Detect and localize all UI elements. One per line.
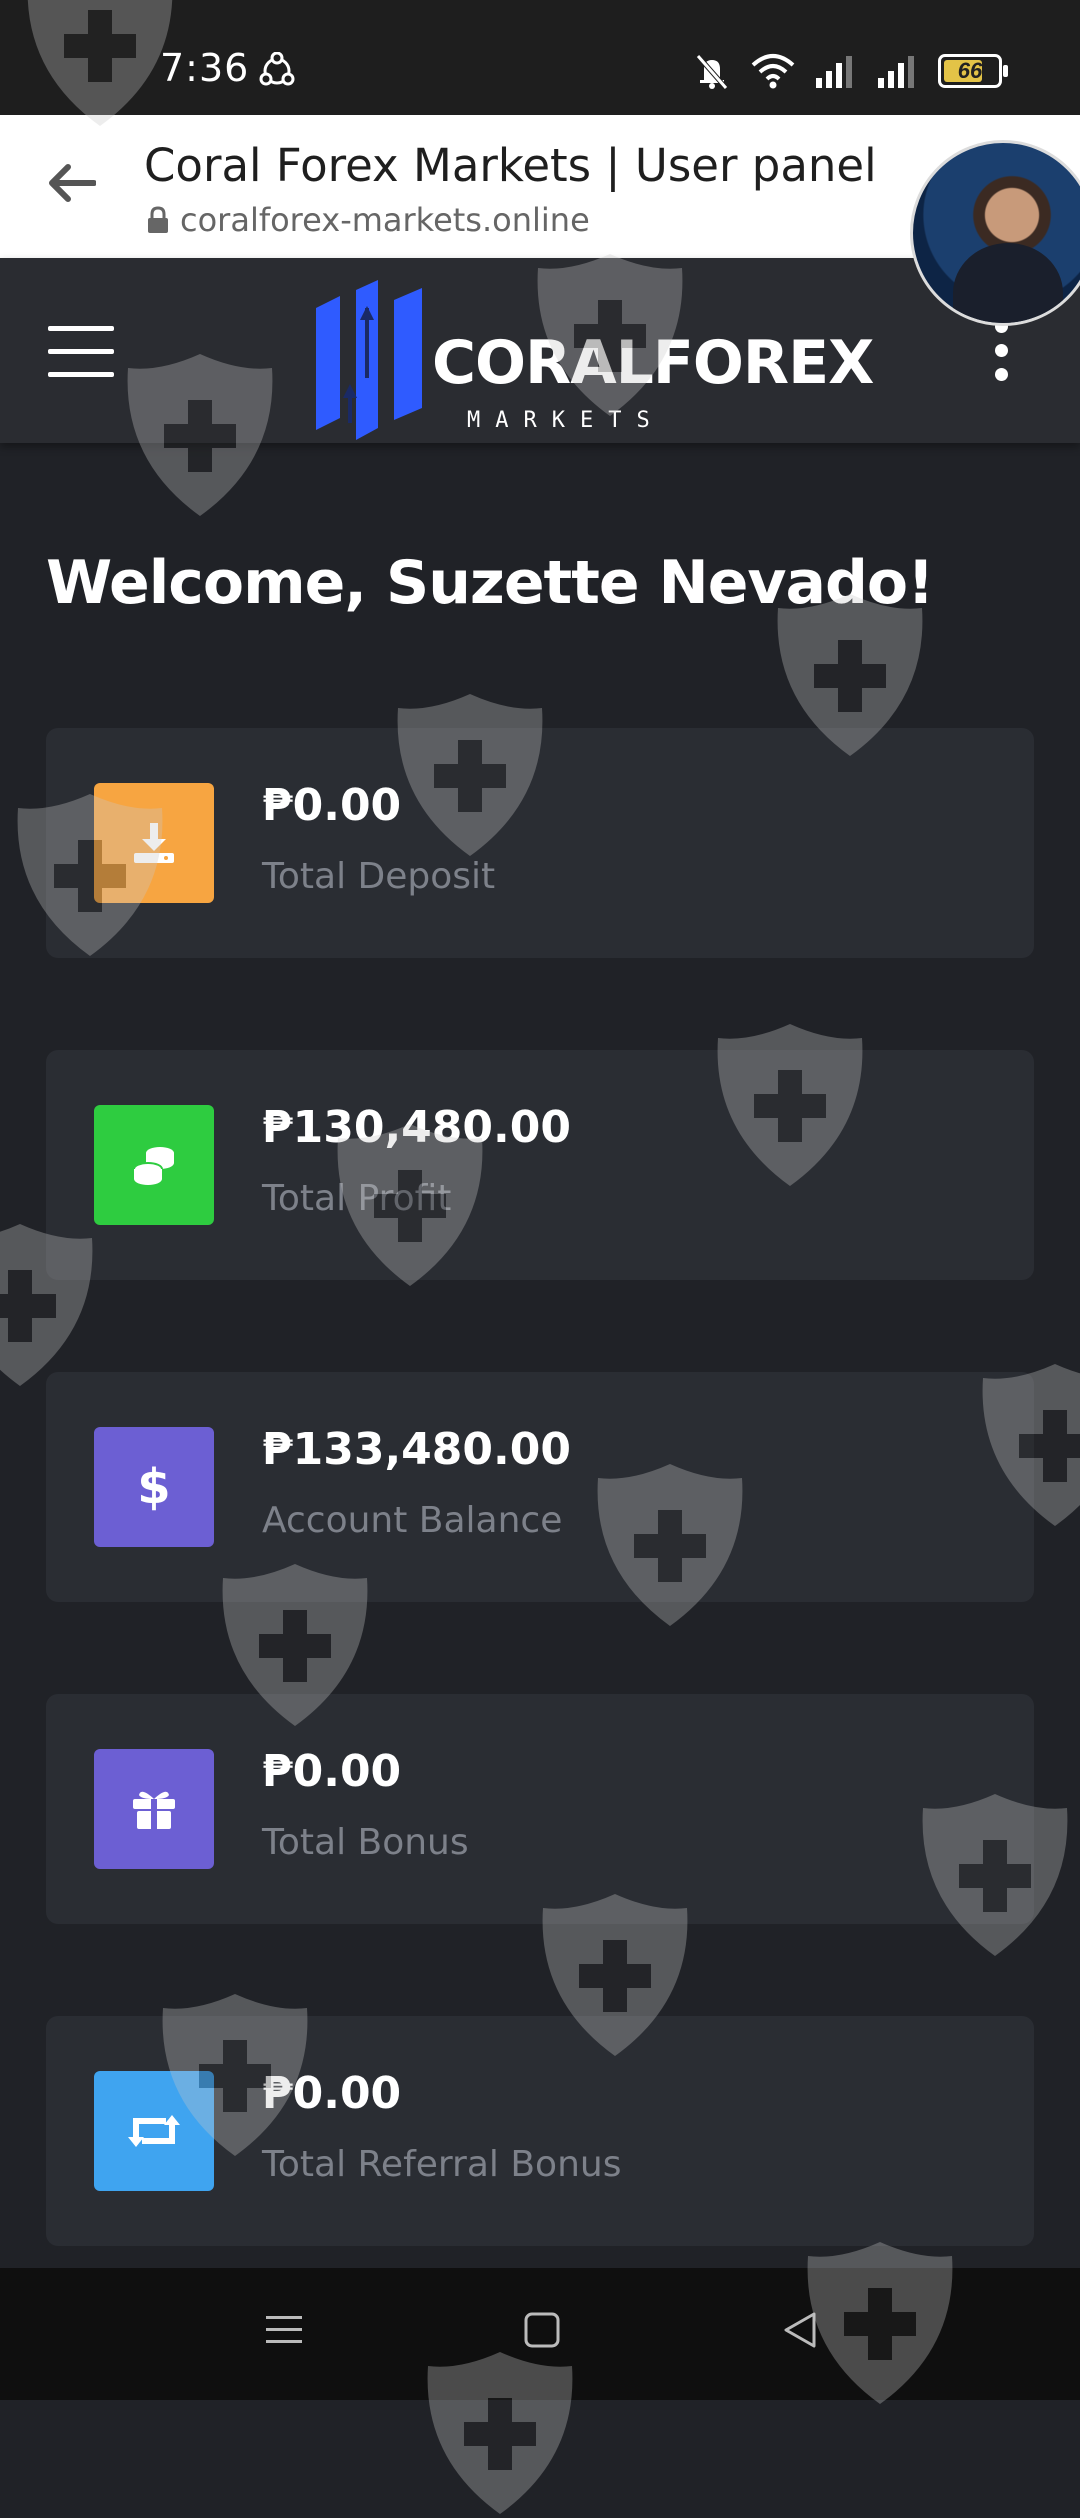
coins-icon — [94, 1105, 214, 1225]
card-account-balance[interactable]: $ ₱133,480.00 Account Balance — [46, 1372, 1034, 1602]
card-amount: ₱133,480.00 — [262, 1424, 571, 1475]
signal-icon-1 — [814, 54, 858, 88]
watermark-shield-icon — [420, 2348, 580, 2518]
welcome-heading: Welcome, Suzette Nevado! — [46, 548, 934, 618]
mute-bell-icon — [692, 52, 732, 90]
logo-mark-icon — [312, 268, 432, 443]
battery-level: 66 — [958, 58, 982, 84]
battery-icon: 66 — [938, 54, 1002, 88]
recents-menu-icon[interactable] — [262, 2308, 306, 2352]
wifi-icon — [750, 53, 796, 89]
home-icon[interactable] — [520, 2308, 564, 2352]
signal-icon-2 — [876, 54, 920, 88]
card-amount: ₱0.00 — [262, 2068, 401, 2119]
card-label: Total Profit — [262, 1178, 451, 1219]
back-arrow-icon[interactable] — [44, 161, 96, 205]
download-icon — [94, 783, 214, 903]
back-triangle-icon[interactable] — [778, 2308, 822, 2352]
url-display[interactable]: coralforex-markets.online — [146, 201, 590, 239]
status-icons: 66 — [692, 52, 1002, 90]
card-total-deposit[interactable]: ₱0.00 Total Deposit — [46, 728, 1034, 958]
gift-icon — [94, 1749, 214, 1869]
card-amount: ₱130,480.00 — [262, 1102, 571, 1153]
card-total-referral-bonus[interactable]: ₱0.00 Total Referral Bonus — [46, 2016, 1034, 2246]
brand-name: CORALFOREX — [432, 328, 873, 398]
system-nav-bar — [0, 2268, 1080, 2400]
page-title: Coral Forex Markets | User panel — [144, 139, 877, 192]
menu-icon[interactable] — [48, 326, 114, 395]
card-label: Total Bonus — [262, 1822, 469, 1863]
retweet-icon — [94, 2071, 214, 2191]
card-amount: ₱0.00 — [262, 780, 401, 831]
card-label: Total Deposit — [262, 856, 495, 897]
sync-icon — [258, 52, 296, 90]
url-text: coralforex-markets.online — [180, 201, 590, 239]
watermark-shield-icon — [800, 2238, 960, 2408]
card-total-bonus[interactable]: ₱0.00 Total Bonus — [46, 1694, 1034, 1924]
dollar-icon: $ — [94, 1427, 214, 1547]
status-bar: 7:36 66 — [0, 0, 1080, 115]
lock-icon — [146, 206, 170, 234]
app-header: CORALFOREX MARKETS — [0, 258, 1080, 443]
card-total-profit[interactable]: ₱130,480.00 Total Profit — [46, 1050, 1034, 1280]
status-time: 7:36 — [160, 46, 249, 90]
more-options-icon[interactable] — [992, 320, 1012, 392]
card-label: Total Referral Bonus — [262, 2144, 621, 2185]
card-label: Account Balance — [262, 1500, 562, 1541]
brand-subtitle: MARKETS — [467, 408, 665, 433]
card-amount: ₱0.00 — [262, 1746, 401, 1797]
